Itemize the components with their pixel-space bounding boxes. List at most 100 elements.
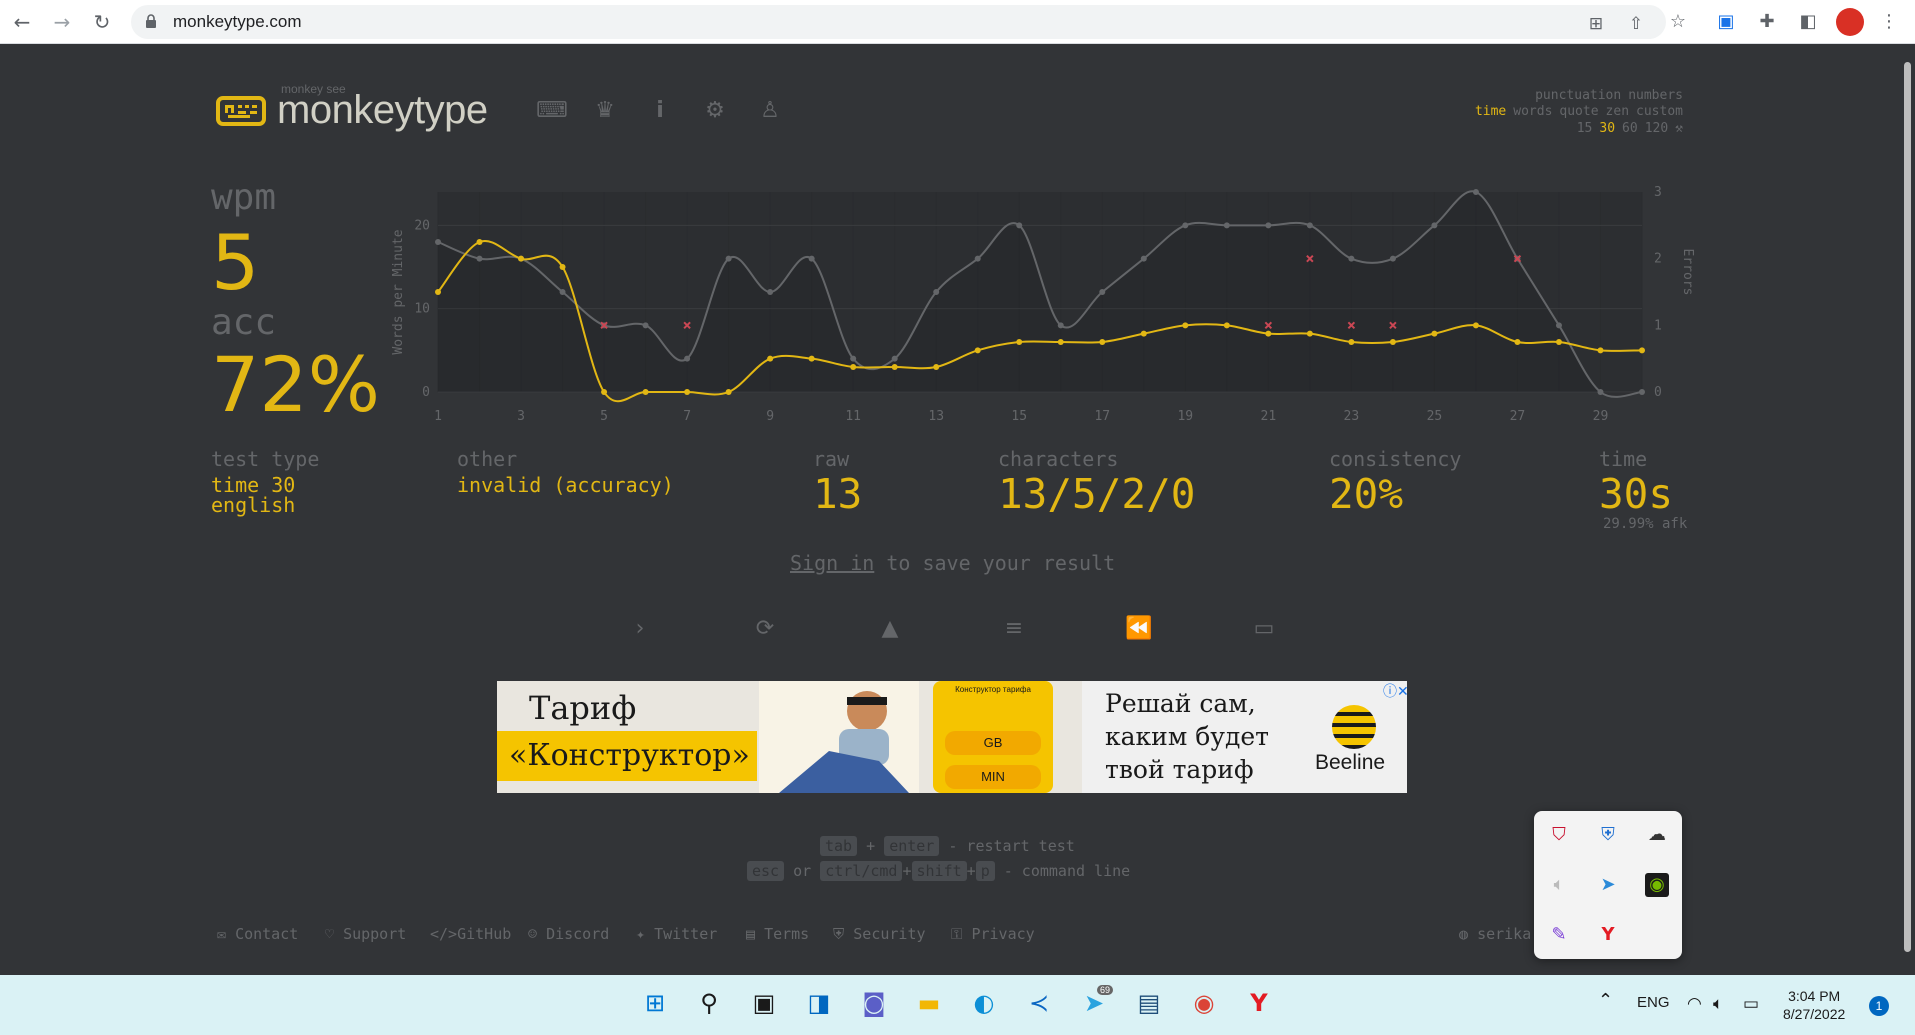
config-numbers[interactable]: numbers [1628,88,1683,103]
user-icon[interactable]: ♙ [756,97,784,125]
hint-command-text: - command line [1003,862,1131,880]
edge-icon[interactable]: ◐ [968,987,1000,1019]
page-scrollbar[interactable] [1900,44,1915,975]
task-view-icon[interactable]: ▣ [748,987,780,1019]
config-mode-quote[interactable]: quote [1559,104,1598,119]
ad-close-icon[interactable]: ⓘ✕ [1383,683,1407,701]
puzzle-icon[interactable]: ✚ [1756,11,1778,33]
footer-twitter-label: Twitter [654,925,718,943]
config-punctuation[interactable]: punctuation [1535,88,1621,103]
back-arrow-icon[interactable]: ← [10,10,34,34]
clock-date: 8/27/2022 [1783,1006,1846,1022]
raw-series-point [476,255,483,262]
shield-icon: ⛨ [833,925,854,943]
config-time-15[interactable]: 15 [1577,121,1593,136]
pen-icon[interactable]: ✎ [1547,923,1571,947]
onedrive-off-icon[interactable]: ☁ [1645,823,1669,847]
footer-github[interactable]: </>GitHub [430,925,511,943]
reload-icon[interactable]: ↻ [90,10,114,34]
wpm-series-point [1514,339,1521,345]
wpm-series-point [767,355,774,362]
tools-icon[interactable]: ⚒ [1675,121,1683,136]
speaker-muted-icon[interactable]: 🔈︎ [1547,873,1571,897]
search-icon[interactable]: ⚲ [693,987,725,1019]
info-icon[interactable]: i [646,97,674,125]
yandex-tray-icon[interactable]: Y [1596,923,1620,947]
raw-series-point [808,255,815,262]
notepad-icon[interactable]: ▤ [1133,987,1165,1019]
replay-icon[interactable]: ⏪ [1124,614,1154,644]
footer-security[interactable]: ⛨ Security [833,925,926,943]
browser-toolbar: ← → ↻ monkeytype.com ⊞ ⇧ ☆ ▣ ✚ ◧ ⋮ [0,0,1915,44]
wifi-icon[interactable]: ◠ [1687,994,1702,1014]
share-icon[interactable]: ⇧ [1626,14,1646,34]
hint-command: esc or ctrl/cmd + shift + p - command line [747,861,1131,881]
telegram-tray-icon[interactable]: ➤ [1596,873,1620,897]
ad-right-line2: каким будет [1105,722,1269,751]
monkeytype-logo-icon[interactable] [216,96,266,126]
raw-series-point [974,255,981,262]
star-icon[interactable]: ☆ [1667,11,1689,33]
config-mode-zen[interactable]: zen [1606,104,1629,119]
words-history-icon[interactable]: ≡ [999,614,1029,644]
config-mode-words[interactable]: words [1513,104,1552,119]
nvidia-icon[interactable]: ◉ [1645,873,1669,897]
battery-icon[interactable]: ▭ [1743,994,1759,1014]
config-time-120[interactable]: 120 [1645,121,1668,136]
footer-discord[interactable]: ☺ Discord [528,925,609,943]
windows-security-icon[interactable]: ⛨ [1596,823,1620,847]
language-indicator[interactable]: ENG [1637,994,1670,1011]
warning-icon[interactable]: ▲ [875,614,905,644]
more-vert-icon[interactable]: ⋮ [1878,11,1900,33]
volume-icon[interactable]: 🔈︎ [1713,994,1723,1014]
notification-badge[interactable]: 1 [1869,996,1889,1016]
address-bar[interactable]: monkeytype.com ⊞ ⇧ [131,5,1666,39]
crown-icon[interactable]: ♛ [591,97,619,125]
vscode-icon[interactable]: ≺ [1023,987,1055,1019]
raw-series-point [1182,222,1189,229]
footer-twitter[interactable]: ✦ Twitter [636,925,717,943]
gear-icon[interactable]: ⚙ [701,97,729,125]
chat-icon[interactable]: ◙ [858,987,890,1019]
wpm-label: wpm [211,177,277,218]
footer-theme[interactable]: ◍ serika [1459,925,1531,943]
translate-icon[interactable]: ⊞ [1586,14,1606,34]
keyboard-icon[interactable]: ⌨ [536,97,568,125]
widgets-icon[interactable]: ◨ [803,987,835,1019]
forward-arrow-icon[interactable]: → [50,10,74,34]
taskbar-clock[interactable]: 3:04 PM 8/27/2022 [1783,987,1845,1023]
restart-icon[interactable]: ⟳ [750,614,780,644]
side-panel-icon[interactable]: ◧ [1797,11,1819,33]
google-translate-extension-icon[interactable]: ▣ [1715,11,1737,33]
mcafee-icon[interactable]: ⛉ [1547,823,1571,847]
key-esc: esc [747,861,785,881]
windows-start-icon[interactable]: ⊞ [639,987,671,1019]
next-test-icon[interactable]: › [625,614,655,644]
config-time-60[interactable]: 60 [1622,121,1638,136]
config-mode-time[interactable]: time [1475,104,1506,119]
footer-github-label: GitHub [457,925,512,943]
wpm-series-point [601,389,608,395]
screenshot-icon[interactable]: ▭ [1249,614,1279,644]
config-mode-custom[interactable]: custom [1636,104,1683,119]
scrollbar-thumb[interactable] [1904,62,1911,952]
chevron-up-icon[interactable]: ⌃ [1598,990,1613,1011]
y-tick-label: 10 [414,302,430,317]
config-time-30[interactable]: 30 [1599,121,1615,136]
chrome-icon[interactable]: ◉ [1188,987,1220,1019]
logo-text[interactable]: monkeytype [277,88,488,133]
ad-phone-header: Конструктор тарифа [955,685,1031,694]
hint-restart-text: - restart test [948,837,1075,855]
footer-support[interactable]: ♡ Support [325,925,406,943]
footer-terms[interactable]: ▤ Terms [746,925,809,943]
profile-avatar[interactable] [1836,8,1864,36]
x-tick-label: 7 [683,409,691,424]
footer-contact[interactable]: ✉ Contact [217,925,298,943]
footer-privacy[interactable]: ⚿ Privacy [951,925,1035,943]
file-explorer-icon[interactable]: ▬ [913,987,945,1019]
footer-support-label: Support [343,925,407,943]
ad-banner[interactable]: Тариф «Конструктор» Конструктор тарифа G… [497,681,1407,793]
yandex-browser-icon[interactable]: Y [1243,987,1275,1019]
beeline-logo-icon [1332,705,1376,749]
signin-link[interactable]: Sign in [790,551,874,575]
